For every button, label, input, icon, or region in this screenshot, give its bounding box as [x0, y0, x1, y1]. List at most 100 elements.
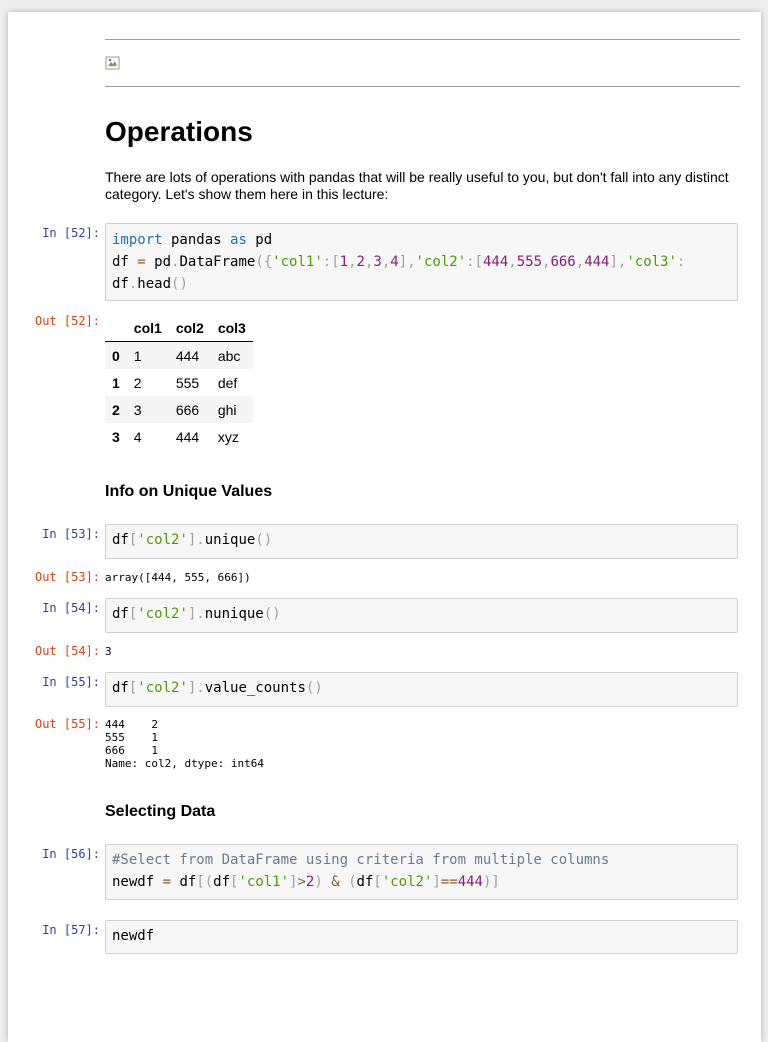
code-token: > — [297, 874, 306, 890]
table-header-cell: col3 — [210, 314, 253, 342]
output-54: 3 — [105, 645, 112, 658]
code-line: df = pd.DataFrame({'col1':[1,2,3,4],'col… — [112, 254, 685, 270]
table-cell: 666 — [175, 401, 200, 418]
table-cell: def — [217, 374, 238, 391]
table-cell: 2 — [133, 374, 142, 391]
intro-paragraph: There are lots of operations with pandas… — [105, 169, 729, 202]
code-token: value_counts — [204, 680, 306, 696]
code-token: head — [137, 276, 172, 292]
code-line: newdf = df[(df['col1']>2) & (df['col2']=… — [112, 874, 500, 890]
out-prompt-55: Out [55]: — [34, 717, 100, 731]
code-token: 1 — [339, 254, 349, 270]
table-header-cell: col2 — [168, 314, 211, 342]
code-token: DataFrame — [179, 254, 256, 270]
table-cell: 444 — [175, 347, 200, 364]
dataframe-table: col1 col2 col3 0 1 444 abc 1 2 555 def 2… — [105, 314, 253, 450]
code-token: , — [348, 254, 357, 270]
in-prompt-53: In [53]: — [42, 527, 100, 541]
code-token: newdf — [112, 928, 155, 944]
code-token: 'col1' — [272, 254, 323, 270]
table-cell: 444 — [175, 428, 200, 445]
output-55: 444 2 555 1 666 1 Name: col2, dtype: int… — [105, 718, 264, 770]
code-token: :[ — [466, 254, 483, 270]
code-token: ]. — [187, 532, 205, 548]
code-cell-57[interactable]: newdf — [105, 920, 738, 954]
code-cell-56[interactable]: #Select from DataFrame using criteria fr… — [105, 844, 738, 900]
code-token: () — [305, 680, 323, 696]
code-comment: #Select from DataFrame using criteria fr… — [112, 852, 610, 868]
code-token: () — [255, 532, 273, 548]
code-token: )] — [482, 874, 500, 890]
code-token: pd — [145, 254, 172, 270]
table-header-cell — [105, 314, 127, 342]
code-token: 2 — [356, 254, 365, 270]
code-token: as — [230, 232, 247, 248]
code-token: 3 — [373, 254, 382, 270]
code-token: ]. — [187, 606, 205, 622]
code-token: = — [137, 254, 146, 270]
code-token: 4 — [390, 254, 399, 270]
code-token: 555 — [516, 254, 543, 270]
code-token: :[ — [322, 254, 340, 270]
table-cell: ghi — [217, 401, 237, 418]
code-token: df — [213, 874, 231, 890]
code-token: & — [331, 874, 340, 890]
code-cell-52[interactable]: import pandas as pd df = pd.DataFrame({'… — [105, 223, 738, 301]
broken-image-icon — [105, 56, 120, 70]
code-token: , — [508, 254, 517, 270]
code-token: df — [112, 254, 138, 270]
code-token: 444 — [584, 254, 610, 270]
code-token: () — [263, 606, 281, 622]
code-token: ], — [609, 254, 627, 270]
table-cell: 555 — [175, 374, 200, 391]
code-cell-54[interactable]: df['col2'].nunique() — [105, 598, 738, 633]
page-title: Operations — [105, 116, 253, 147]
code-token: df — [112, 606, 129, 622]
code-token: pd — [246, 232, 273, 248]
divider-bottom — [105, 86, 740, 87]
code-token: ], — [398, 254, 416, 270]
code-token: : — [676, 254, 686, 270]
code-token: pandas — [162, 232, 231, 248]
code-token: == — [440, 874, 458, 890]
code-token: 'col2' — [381, 874, 433, 890]
out-prompt-52: Out [52]: — [34, 314, 100, 328]
out-prompt-53: Out [53]: — [34, 570, 100, 584]
in-prompt-56: In [56]: — [42, 847, 100, 861]
code-token: 'col2' — [415, 254, 467, 270]
code-line: df.head() — [112, 276, 188, 292]
table-cell: xyz — [217, 428, 239, 445]
table-header-cell: col1 — [126, 314, 169, 342]
code-cell-53[interactable]: df['col2'].unique() — [105, 524, 738, 559]
divider-top — [105, 39, 740, 40]
code-token: nunique — [204, 606, 264, 622]
code-token: df — [356, 874, 374, 890]
in-prompt-54: In [54]: — [42, 601, 100, 615]
code-token: [ — [373, 874, 382, 890]
code-token: 'col2' — [137, 680, 188, 696]
code-token: ({ — [255, 254, 273, 270]
output-53: array([444, 555, 666]) — [105, 571, 251, 584]
in-prompt-52: In [52]: — [42, 226, 100, 240]
table-row: 0 1 444 abc — [105, 341, 253, 369]
code-token: , — [381, 254, 391, 270]
table-cell: 4 — [133, 428, 142, 445]
in-prompt-55: In [55]: — [42, 675, 100, 689]
code-cell-55[interactable]: df['col2'].value_counts() — [105, 672, 738, 707]
code-token: df — [112, 276, 129, 292]
row-index: 3 — [112, 428, 120, 445]
code-token: import — [112, 232, 163, 248]
code-token: ]. — [187, 680, 205, 696]
row-index: 1 — [112, 374, 120, 391]
code-token: () — [171, 276, 188, 292]
code-token: 'col2' — [137, 606, 188, 622]
code-token: ( — [339, 874, 357, 890]
code-token: 444 — [482, 254, 509, 270]
code-line: import pandas as pd — [112, 232, 272, 248]
row-index: 2 — [112, 401, 120, 418]
notebook-page: Operations There are lots of operations … — [8, 12, 761, 1042]
table-cell: abc — [217, 347, 241, 364]
section-heading-unique: Info on Unique Values — [105, 483, 273, 500]
code-token: = — [162, 874, 172, 890]
table-header-row: col1 col2 col3 — [105, 314, 253, 342]
